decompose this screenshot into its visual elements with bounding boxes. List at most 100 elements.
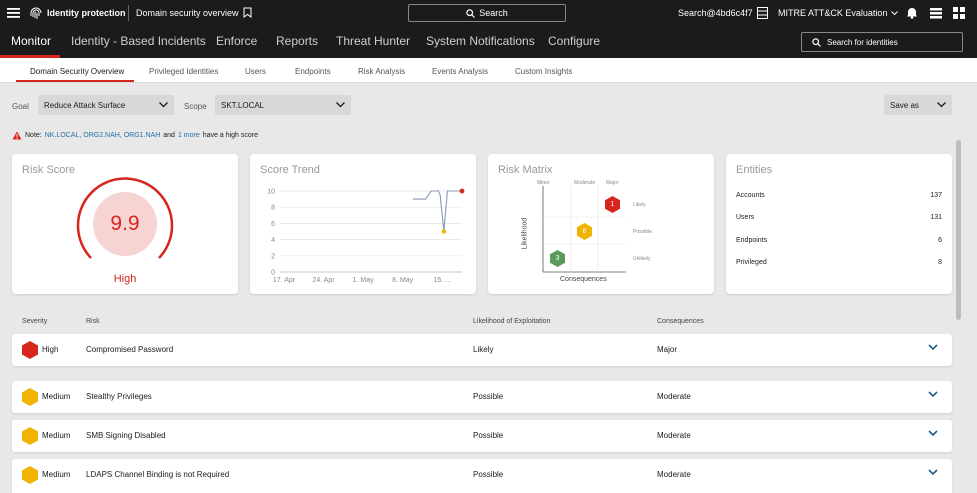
trend-x-tick-label: 24. Apr [312, 277, 335, 284]
nav-item-configure[interactable]: Configure [548, 34, 600, 48]
scope-select[interactable]: SKT.LOCAL [215, 95, 351, 115]
settings-sliders-icon[interactable] [930, 7, 942, 22]
tab-users[interactable]: Users [245, 67, 266, 76]
trend-y-tick-label: 0 [271, 270, 275, 277]
tab-risk-analysis[interactable]: Risk Analysis [358, 67, 405, 76]
trend-latest-point [459, 188, 465, 194]
entity-row-users[interactable]: Users 131 [736, 214, 942, 221]
row-likelihood: Likely [473, 345, 494, 354]
chevron-down-icon[interactable] [928, 391, 938, 398]
tab-events-analysis[interactable]: Events Analysis [432, 67, 488, 76]
severity-medium-icon [22, 388, 38, 406]
score-trend-card: Score Trend 0 2 4 6 8 10 17. Apr 24. Apr 1. May 8… [250, 154, 476, 294]
nav-item-threat-hunter[interactable]: Threat Hunter [336, 34, 410, 48]
sub-nav: Domain Security Overview Privileged Iden… [0, 58, 977, 83]
severity-medium-icon [22, 427, 38, 445]
table-row[interactable]: High Compromised Password Likely Major [12, 334, 952, 366]
nav-item-incidents[interactable]: Identity - Based Incidents [71, 34, 206, 48]
row-severity: Medium [42, 392, 71, 401]
score-trend-chart: 0 2 4 6 8 10 17. Apr 24. Apr 1. May 8. May 15. ... [267, 188, 465, 284]
nav-item-enforce[interactable]: Enforce [216, 34, 257, 48]
entities-title: Entities [736, 164, 773, 176]
bell-icon[interactable] [906, 6, 918, 22]
row-severity: Medium [42, 431, 71, 440]
note-more-link[interactable]: 1 more [178, 132, 200, 139]
row-likelihood: Possible [473, 392, 504, 401]
tab-endpoints[interactable]: Endpoints [295, 67, 331, 76]
page-title: Domain security overview [136, 8, 239, 18]
trend-y-tick-label: 8 [271, 205, 275, 212]
risk-score-value: 9.9 [110, 212, 140, 235]
entity-count: 8 [938, 259, 942, 266]
nav-item-reports[interactable]: Reports [276, 34, 318, 48]
col-header-severity[interactable]: Severity [22, 318, 47, 325]
goal-value: Reduce Attack Surface [44, 100, 126, 110]
entity-row-endpoints[interactable]: Endpoints 6 [736, 237, 942, 244]
search-label: Search [479, 8, 508, 18]
list-view-icon[interactable] [757, 7, 768, 22]
table-row[interactable]: Medium LDAPS Channel Binding is not Requ… [12, 459, 952, 493]
search-icon [812, 37, 821, 47]
apps-icon[interactable] [953, 7, 965, 22]
matrix-row-likely: Likely [633, 202, 646, 208]
note-domains-link[interactable]: NK.LOCAL, ORG2.NAH, ORG1.NAH [45, 132, 161, 139]
warning-icon [12, 131, 22, 140]
matrix-xlabel: Consequences [560, 276, 607, 283]
search-icon [466, 8, 476, 18]
matrix-row-possible: Possible [633, 229, 652, 235]
trend-x-tick-label: 17. Apr [273, 277, 296, 284]
row-risk: Compromised Password [86, 345, 174, 354]
title-divider [128, 5, 129, 21]
identity-search-placeholder: Search for identities [827, 37, 898, 47]
note-suffix: have a high score [202, 132, 259, 139]
matrix-col-major: Major [606, 180, 619, 186]
goal-select[interactable]: Reduce Attack Surface [38, 95, 174, 115]
nav-item-system-notifications[interactable]: System Notifications [426, 34, 535, 48]
page-scrollbar[interactable] [956, 140, 961, 320]
table-row[interactable]: Medium Stealthy Privileges Possible Mode… [12, 381, 952, 413]
chevron-down-icon [937, 102, 946, 108]
mitre-label: MITRE ATT&CK Evaluation [778, 8, 888, 18]
entity-count: 131 [930, 214, 942, 221]
note-prefix: Note: [25, 132, 42, 139]
chevron-down-icon [336, 102, 345, 108]
row-consequences: Moderate [657, 392, 691, 401]
chevron-down-icon [891, 10, 899, 15]
user-search-id[interactable]: Search@4bd6c4f7 [678, 8, 753, 18]
tab-domain-security-overview[interactable]: Domain Security Overview [30, 67, 124, 76]
tab-custom-insights[interactable]: Custom Insights [515, 67, 572, 76]
row-risk: SMB Signing Disabled [86, 431, 166, 440]
save-as-button[interactable]: Save as [884, 95, 952, 115]
nav-item-monitor[interactable]: Monitor [11, 34, 51, 48]
trend-y-tick-label: 2 [271, 253, 275, 260]
col-header-consequences[interactable]: Consequences [657, 318, 704, 325]
chevron-down-icon [159, 102, 168, 108]
chevron-down-icon[interactable] [928, 344, 938, 351]
trend-series-line [412, 190, 462, 232]
row-consequences: Major [657, 345, 678, 354]
col-header-likelihood[interactable]: Likelihood of Exploitation [473, 318, 550, 325]
tab-active-underline [16, 80, 134, 82]
entity-count: 137 [930, 192, 942, 199]
row-likelihood: Possible [473, 470, 504, 479]
risk-score-card: Risk Score 9.9 High [12, 154, 238, 294]
table-row[interactable]: Medium SMB Signing Disabled Possible Mod… [12, 420, 952, 452]
entity-label: Users [736, 214, 755, 221]
entity-row-accounts[interactable]: Accounts 137 [736, 192, 942, 199]
bookmark-icon[interactable] [243, 7, 252, 21]
hamburger-menu-icon[interactable] [7, 7, 20, 19]
entity-row-privileged[interactable]: Privileged 8 [736, 259, 942, 266]
mitre-dropdown[interactable]: MITRE ATT&CK Evaluation [778, 8, 899, 18]
identity-search-input[interactable]: Search for identities [801, 32, 963, 52]
chevron-down-icon[interactable] [928, 430, 938, 437]
matrix-cell-count: 1 [610, 201, 615, 208]
trend-x-tick-label: 15. ... [433, 277, 451, 284]
matrix-col-minor: Minor [537, 180, 550, 186]
global-search-button[interactable]: Search [408, 4, 566, 22]
row-consequences: Moderate [657, 470, 691, 479]
col-header-risk[interactable]: Risk [86, 318, 100, 325]
tab-privileged-identities[interactable]: Privileged Identities [149, 67, 218, 76]
row-consequences: Moderate [657, 431, 691, 440]
row-likelihood: Possible [473, 431, 504, 440]
chevron-down-icon[interactable] [928, 469, 938, 476]
